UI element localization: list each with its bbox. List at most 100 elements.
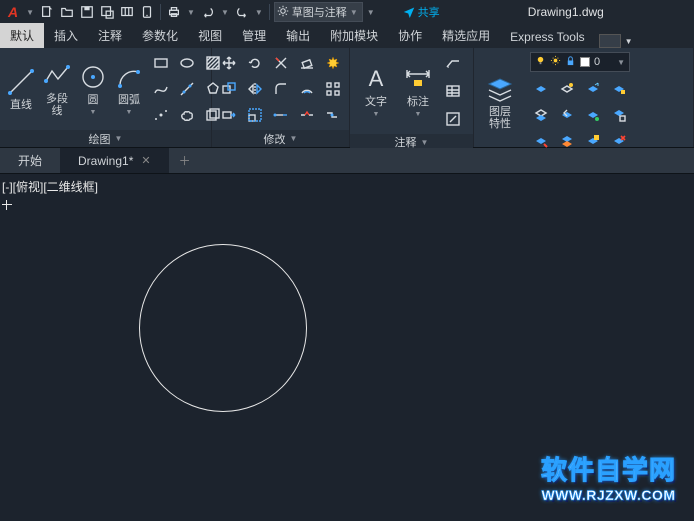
modify-tools	[218, 52, 344, 126]
app-logo[interactable]: A	[4, 4, 22, 20]
trim-icon[interactable]	[270, 52, 292, 74]
open-icon[interactable]	[58, 3, 76, 21]
fillet-icon[interactable]	[270, 78, 292, 100]
save-icon[interactable]	[78, 3, 96, 21]
layer-selector[interactable]: 0 ▼	[530, 52, 630, 72]
layer-lock-icon[interactable]	[608, 78, 630, 100]
panel-modify: 修改▼	[212, 48, 350, 147]
redo-icon[interactable]	[233, 3, 251, 21]
table-icon[interactable]	[442, 80, 464, 102]
move-icon[interactable]	[218, 52, 240, 74]
join-icon[interactable]	[322, 104, 344, 126]
text-button[interactable]: A 文字 ▼	[358, 64, 394, 117]
redo-caret[interactable]: ▼	[253, 8, 265, 17]
tab-insert[interactable]: 插入	[44, 23, 88, 48]
layer-isolate-icon[interactable]	[556, 78, 578, 100]
web-icon[interactable]	[118, 3, 136, 21]
doctab-drawing1[interactable]: Drawing1*✕	[60, 148, 169, 173]
erase-icon[interactable]	[296, 52, 318, 74]
annotation-scale-icon[interactable]	[442, 108, 464, 130]
print-icon[interactable]	[165, 3, 183, 21]
doctab-close-icon[interactable]: ✕	[141, 154, 150, 167]
layer-freeze-icon[interactable]	[582, 78, 604, 100]
point-icon[interactable]	[150, 104, 172, 126]
spline-icon[interactable]	[150, 78, 172, 100]
tab-manage[interactable]: 管理	[232, 23, 276, 48]
ribbon-minimize[interactable]: ▼	[599, 34, 633, 48]
tab-express[interactable]: Express Tools	[500, 26, 594, 48]
layer-previous-icon[interactable]	[556, 104, 578, 126]
plus-icon: ＋	[179, 152, 191, 169]
lock-icon	[565, 55, 576, 69]
tab-default[interactable]: 默认	[0, 23, 44, 48]
dimension-button[interactable]: 标注 ▼	[400, 64, 436, 117]
drawing-canvas[interactable]: [-][俯视][二维线框] 软件自学网 WWW.RJZXW.COM	[0, 174, 694, 521]
qat-customize-caret[interactable]: ▼	[365, 8, 377, 17]
undo-icon[interactable]	[199, 3, 217, 21]
layer-off-icon[interactable]	[530, 78, 552, 100]
gear-icon	[277, 5, 289, 20]
ellipse-icon[interactable]	[176, 52, 198, 74]
bulb-icon	[535, 55, 546, 69]
viewport-label[interactable]: [-][俯视][二维线框]	[2, 178, 98, 195]
print-caret[interactable]: ▼	[185, 8, 197, 17]
crosshair-cursor	[2, 200, 12, 210]
mobile-icon[interactable]	[138, 3, 156, 21]
drawn-circle[interactable]	[139, 244, 307, 412]
tab-collaborate[interactable]: 协作	[388, 23, 432, 48]
workspace-selector[interactable]: 草图与注释 ▼	[274, 2, 363, 22]
stretch-icon[interactable]	[218, 104, 240, 126]
break-icon[interactable]	[296, 104, 318, 126]
ribbon-tab-strip: 默认 插入 注释 参数化 视图 管理 输出 附加模块 协作 精选应用 Expre…	[0, 24, 694, 48]
line-label: 直线	[10, 99, 32, 111]
mirror-icon[interactable]	[244, 78, 266, 100]
scale-icon[interactable]	[244, 104, 266, 126]
leader-icon[interactable]	[442, 52, 464, 74]
revcloud-icon[interactable]	[176, 104, 198, 126]
tab-parametric[interactable]: 参数化	[132, 23, 188, 48]
layer-properties-button[interactable]: 图层 特性	[480, 74, 520, 130]
xline-icon[interactable]	[176, 78, 198, 100]
polyline-label: 多段线	[42, 93, 72, 117]
copy-icon[interactable]	[218, 78, 240, 100]
arc-button[interactable]: 圆弧 ▼	[114, 62, 144, 115]
panel-modify-title[interactable]: 修改▼	[212, 130, 349, 147]
layer-states-icon[interactable]	[608, 104, 630, 126]
new-icon[interactable]	[38, 3, 56, 21]
window-title: Drawing1.dwg	[442, 5, 690, 19]
lengthen-icon[interactable]	[270, 104, 292, 126]
tab-view[interactable]: 视图	[188, 23, 232, 48]
tab-output[interactable]: 输出	[276, 23, 320, 48]
explode-icon[interactable]	[322, 52, 344, 74]
share-button[interactable]: 共享	[403, 4, 440, 20]
doctab-add[interactable]: ＋	[169, 148, 201, 173]
layer-match-icon[interactable]	[530, 104, 552, 126]
tab-annotate[interactable]: 注释	[88, 23, 132, 48]
line-button[interactable]: 直线	[6, 67, 36, 111]
circle-label: 圆	[88, 94, 99, 106]
array-icon[interactable]	[322, 78, 344, 100]
watermark-url: WWW.RJZXW.COM	[541, 487, 675, 503]
arc-label: 圆弧	[118, 94, 140, 106]
app-menu-caret[interactable]: ▼	[24, 8, 36, 17]
share-label: 共享	[418, 4, 440, 20]
tab-addins[interactable]: 附加模块	[320, 23, 388, 48]
sun-icon	[550, 55, 561, 69]
rectangle-icon[interactable]	[150, 52, 172, 74]
tab-featured[interactable]: 精选应用	[432, 23, 500, 48]
saveas-icon[interactable]	[98, 3, 116, 21]
undo-caret[interactable]: ▼	[219, 8, 231, 17]
minimize-box-icon	[599, 34, 621, 48]
line-icon	[6, 67, 36, 97]
arc-icon	[114, 62, 144, 92]
qat-separator	[160, 4, 161, 20]
offset-icon[interactable]	[296, 78, 318, 100]
rotate-icon[interactable]	[244, 52, 266, 74]
panel-layers: 图层 特性 0 ▼	[474, 48, 694, 147]
polyline-button[interactable]: 多段线	[42, 61, 72, 117]
doctab-start[interactable]: 开始	[0, 148, 60, 173]
layer-on-icon[interactable]	[582, 104, 604, 126]
panel-draw-title[interactable]: 绘图▼	[0, 130, 211, 147]
current-layer-name: 0	[594, 56, 600, 68]
circle-button[interactable]: 圆 ▼	[78, 62, 108, 115]
